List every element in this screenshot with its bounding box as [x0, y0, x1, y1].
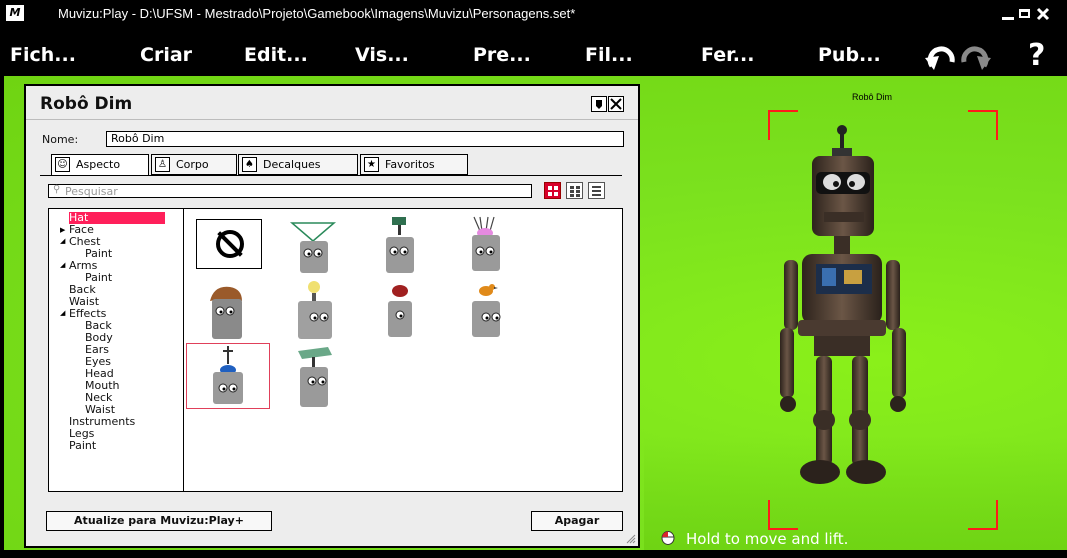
panel-header: Robô Dim: [26, 86, 638, 120]
item-no-hat[interactable]: [186, 211, 270, 277]
menu-filmar[interactable]: Fil...: [585, 44, 633, 66]
bottom-border: [0, 550, 1067, 558]
menu-editar[interactable]: Edit...: [244, 44, 308, 66]
resize-grip-icon[interactable]: [626, 534, 636, 544]
item-hat-brown-hair[interactable]: [186, 277, 270, 343]
hat-items-grid: [183, 208, 623, 492]
tab-decalques[interactable]: ♠ Decalques: [238, 154, 358, 175]
menu-preferencias[interactable]: Pre...: [473, 44, 531, 66]
category-tree: Hat ▶ Face ◢ Chest Paint ◢ Arms Paint Ba…: [48, 208, 194, 492]
panel-close-button[interactable]: [608, 96, 624, 112]
close-button[interactable]: [1033, 3, 1053, 23]
menu-criar[interactable]: Criar: [140, 44, 192, 66]
star-icon: ★: [364, 157, 379, 172]
tab-corpo[interactable]: ♙ Corpo: [151, 154, 237, 175]
robot-hat-thumbnail: [388, 285, 412, 337]
item-hat-pink-feather[interactable]: [444, 211, 528, 277]
robot-hat-thumbnail: [472, 284, 501, 337]
menu-ferramentas[interactable]: Fer...: [701, 44, 754, 66]
upgrade-button[interactable]: Atualize para Muvizu:Play+: [46, 511, 272, 531]
search-placeholder: Pesquisar: [65, 185, 118, 198]
expand-arrow-icon[interactable]: ▶: [60, 226, 65, 234]
view-list-button[interactable]: [588, 182, 605, 199]
panel-title: Robô Dim: [40, 94, 133, 114]
selection-frame-corner: [968, 500, 998, 530]
help-button[interactable]: ?: [1028, 38, 1045, 73]
minimize-icon: [1002, 17, 1014, 20]
tab-aspecto[interactable]: ☺ Aspecto: [51, 154, 149, 176]
character-name-label: Robô Dim: [852, 92, 893, 102]
robot-hat-thumbnail: [210, 286, 242, 339]
tabs-divider: [40, 175, 622, 176]
decal-icon: ♠: [242, 157, 257, 172]
item-hat-propeller[interactable]: [358, 211, 442, 277]
redo-icon: [961, 46, 991, 70]
name-field[interactable]: Robô Dim: [106, 131, 624, 147]
delete-button[interactable]: Apagar: [531, 511, 623, 531]
muvizu-app-window: M Muvizu:Play - D:\UFSM - Mestrado\Proje…: [0, 0, 1067, 558]
mouse-icon: [661, 531, 675, 545]
item-hat-solar-panel[interactable]: [272, 343, 356, 409]
search-icon: ⚲: [53, 184, 61, 195]
collapse-arrow-icon[interactable]: ◢: [60, 261, 65, 269]
menu-publicar[interactable]: Pub...: [818, 44, 881, 66]
item-hat-orange-bird[interactable]: [444, 277, 528, 343]
collapse-arrow-icon[interactable]: ◢: [60, 237, 65, 245]
collapse-arrow-icon[interactable]: ◢: [60, 309, 65, 317]
close-icon: [610, 98, 622, 110]
robot-hat-thumbnail: [289, 222, 337, 273]
robot-hat-thumbnail: [213, 346, 243, 404]
no-item-box: [196, 219, 262, 269]
item-hat-red-cap[interactable]: [358, 277, 442, 343]
view-small-icons-button[interactable]: [566, 182, 583, 199]
character-properties-panel: Robô Dim Nome: Robô Dim ☺ Aspecto ♙ Corp…: [24, 84, 640, 548]
tab-label: Corpo: [176, 158, 209, 171]
title-bar: M Muvizu:Play - D:\UFSM - Mestrado\Proje…: [0, 0, 1067, 28]
robot-hat-thumbnail: [386, 217, 414, 273]
dock-panel-button[interactable]: [591, 96, 607, 112]
item-hat-antenna-blue[interactable]: [186, 343, 270, 409]
tab-label: Aspecto: [76, 158, 121, 171]
window-title: Muvizu:Play - D:\UFSM - Mestrado\Projeto…: [58, 6, 576, 21]
hint-text: Hold to move and lift.: [686, 530, 849, 548]
tab-label: Decalques: [263, 158, 321, 171]
item-hat-light-bulb[interactable]: [272, 277, 356, 343]
search-input[interactable]: ⚲ Pesquisar: [48, 184, 532, 198]
undo-button[interactable]: [924, 46, 958, 74]
robot-hat-thumbnail: [472, 216, 500, 271]
robot-hat-thumbnail: [298, 281, 332, 339]
item-hat-triangle-antenna[interactable]: [272, 211, 356, 277]
menu-bar: Fich... Criar Edit... Vis... Pre... Fil.…: [0, 28, 1067, 76]
selection-frame-corner: [768, 500, 798, 530]
body-icon: ♙: [155, 157, 170, 172]
robot-hat-thumbnail: [298, 347, 332, 407]
tab-favoritos[interactable]: ★ Favoritos: [360, 154, 468, 175]
muvizu-logo: M: [6, 5, 24, 21]
menu-visualizar[interactable]: Vis...: [355, 44, 409, 66]
dock-icon: [596, 100, 602, 109]
face-icon: ☺: [55, 157, 70, 172]
name-label: Nome:: [42, 133, 79, 146]
maximize-icon: [1019, 9, 1030, 18]
close-icon: [1036, 7, 1050, 21]
redo-button[interactable]: [958, 46, 992, 74]
view-large-icons-button[interactable]: [544, 182, 561, 199]
tree-item-paint[interactable]: Paint: [69, 440, 96, 452]
maximize-button[interactable]: [1014, 3, 1034, 23]
tab-label: Favoritos: [385, 158, 435, 171]
undo-icon: [925, 46, 955, 70]
robot-character-model[interactable]: [770, 120, 980, 500]
menu-fichero[interactable]: Fich...: [10, 44, 76, 66]
